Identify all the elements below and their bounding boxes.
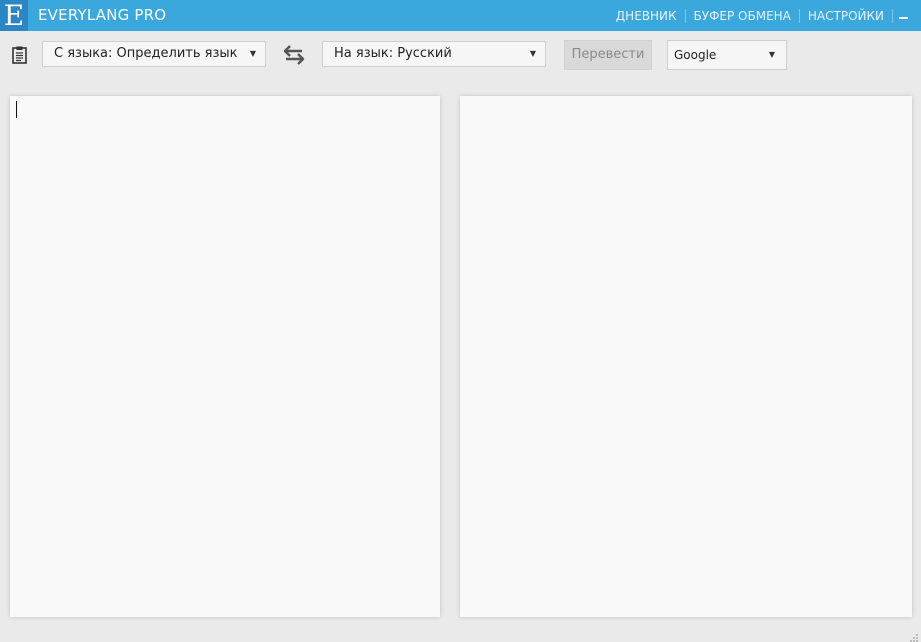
source-text-input[interactable]	[10, 96, 440, 617]
app-logo: E	[0, 0, 28, 31]
result-text-panel	[460, 96, 912, 617]
target-language-label: На язык: Русский	[334, 46, 452, 61]
minimize-icon	[898, 16, 908, 19]
result-text-output[interactable]	[460, 96, 912, 617]
app-window: E EVERYLANG PRO ДНЕВНИК БУФЕР ОБМЕНА НАС…	[0, 0, 921, 642]
logo-letter: E	[3, 0, 25, 32]
translation-engine-label: Google	[674, 48, 717, 62]
nav-settings-link[interactable]: НАСТРОЙКИ	[800, 9, 892, 23]
toolbar: С языка: Определить язык ▼ На язык: Русс…	[0, 31, 921, 81]
source-language-label: С языка: Определить язык	[54, 46, 238, 61]
translate-button[interactable]: Перевести	[564, 40, 652, 70]
caret-down-icon: ▼	[249, 49, 256, 58]
clipboard-icon[interactable]	[10, 45, 30, 65]
nav-diary-link[interactable]: ДНЕВНИК	[608, 9, 685, 23]
caret-down-icon: ▼	[768, 50, 775, 59]
top-nav: ДНЕВНИК БУФЕР ОБМЕНА НАСТРОЙКИ	[608, 0, 913, 31]
title-bar[interactable]: E EVERYLANG PRO ДНЕВНИК БУФЕР ОБМЕНА НАС…	[0, 0, 921, 31]
swap-languages-icon[interactable]	[282, 44, 306, 66]
translation-engine-dropdown[interactable]: Google ▼	[667, 40, 787, 70]
resize-grip-icon[interactable]	[907, 628, 919, 642]
text-caret	[16, 101, 17, 118]
source-language-dropdown[interactable]: С языка: Определить язык ▼	[42, 41, 266, 67]
nav-clipboard-link[interactable]: БУФЕР ОБМЕНА	[686, 9, 799, 23]
app-title: EVERYLANG PRO	[38, 6, 167, 24]
target-language-dropdown[interactable]: На язык: Русский ▼	[322, 41, 546, 67]
minimize-button[interactable]	[893, 0, 913, 31]
caret-down-icon: ▼	[529, 49, 536, 58]
source-text-panel	[10, 96, 440, 617]
